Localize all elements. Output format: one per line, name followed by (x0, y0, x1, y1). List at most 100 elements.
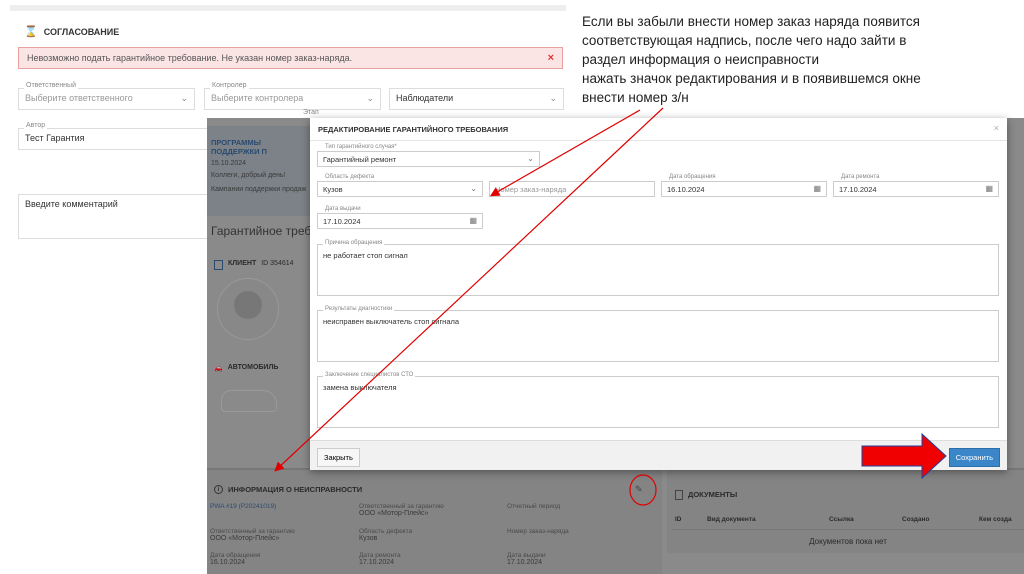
request-date-value: 16.10.2024 (667, 185, 705, 194)
field-label: Область дефекта (323, 174, 377, 180)
field-label: Результаты диагностики (323, 306, 395, 312)
item-label: Номер заказ-наряда (507, 528, 569, 535)
author-field: Автор Тест Гарантия (18, 122, 218, 150)
programs-greeting: Коллеги, добрый день! (211, 172, 286, 179)
field-label: Дата ремонта (839, 174, 882, 180)
modal-title: РЕДАКТИРОВАНИЕ ГАРАНТИЙНОГО ТРЕБОВАНИЯ (318, 125, 509, 134)
calendar-icon[interactable]: ▦ (985, 184, 993, 193)
info-icon: i (214, 485, 223, 494)
annotation-line: внести номер з/н (582, 90, 689, 105)
observers-select[interactable]: Наблюдатели ⌄ (389, 88, 564, 110)
fault-item: Ответственный за гарантию ООО «Мотор-Плей… (359, 503, 444, 517)
save-button[interactable]: Сохранить (948, 448, 1000, 467)
modal-footer: Закрыть Сохранить (310, 440, 1007, 470)
placeholder: Выберите ответственного (25, 93, 133, 103)
annotation-line: Если вы забыли внести номер заказ наряда… (582, 14, 920, 29)
item-value: Кузов (359, 535, 378, 542)
column-header: Вид документа (707, 516, 756, 523)
programs-date: 15.10.2024 (211, 160, 247, 167)
column-header: Ссылка (829, 516, 854, 523)
defect-area-value: Кузов (323, 185, 343, 194)
alert-text: Невозможно подать гарантийное требование… (27, 53, 353, 63)
placeholder: Выберите контролера (211, 93, 304, 103)
order-placeholder: Номер заказ-наряда (495, 185, 567, 194)
annotation-line: соответствующая надпись, после чего надо… (582, 33, 907, 48)
client-id: ID 354614 (261, 260, 294, 267)
item-label: Область дефекта (359, 528, 413, 535)
field-label: Ответственный (24, 82, 78, 89)
close-icon[interactable]: × (548, 52, 554, 64)
responsible-select[interactable]: Ответственный Выберите ответственного ⌄ (18, 82, 195, 110)
item-label: Дата обращения (210, 552, 261, 559)
field-label: Дата обращения (667, 174, 718, 180)
fault-title: ИНФОРМАЦИЯ О НЕИСПРАВНОСТИ (228, 485, 363, 494)
car-image (221, 390, 277, 412)
diagnostics-textarea[interactable]: Результаты диагностики неисправен выключ… (317, 306, 999, 362)
annotation-line: раздел информация о неисправности (582, 52, 820, 67)
item-label: Отчетный период (507, 503, 561, 510)
field-label: Причина обращения (323, 240, 385, 246)
fault-item: Ответственный за гарантию ООО «Мотор-Плей… (210, 528, 295, 542)
item-value: 17.10.2024 (507, 559, 543, 566)
chevron-down-icon: ⌄ (470, 184, 477, 193)
item-label: Дата выдачи (507, 552, 546, 559)
diagnostics-value: неисправен выключатель стоп сигнала (323, 317, 460, 326)
case-type-select[interactable]: Тип гарантийного случая* Гарантийный рем… (317, 144, 540, 167)
claim-title: Гарантийное требов (211, 224, 325, 238)
conclusion-value: замена выключателя (323, 383, 397, 392)
instruction-annotation: Если вы забыли внести номер заказ наряда… (582, 12, 1002, 107)
comment-placeholder: Введите комментарий (25, 199, 118, 209)
fault-item: Отчетный период (507, 503, 560, 510)
reason-textarea[interactable]: Причина обращения не работает стоп сигна… (317, 240, 999, 296)
item-value: 17.10.2024 (359, 559, 395, 566)
documents-empty: Документов пока нет (809, 537, 887, 546)
documents-section: ДОКУМЕНТЫ ID Вид документа Ссылка Создан… (667, 468, 1024, 553)
conclusion-textarea[interactable]: Заключение специалистов СТО замена выклю… (317, 372, 999, 428)
repair-date-input[interactable]: Дата ремонта 17.10.2024 ▦ (833, 174, 999, 197)
close-icon[interactable]: × (994, 123, 999, 133)
documents-table-header: ID Вид документа Ссылка Создано Кем созд… (672, 510, 1024, 530)
avatar (217, 278, 279, 340)
reason-value: не работает стоп сигнал (323, 251, 408, 260)
comment-input[interactable]: Введите комментарий (18, 194, 218, 239)
edit-claim-modal: РЕДАКТИРОВАНИЕ ГАРАНТИЙНОГО ТРЕБОВАНИЯ ×… (310, 118, 1007, 470)
item-label: Дата ремонта (359, 552, 401, 559)
fault-header: i ИНФОРМАЦИЯ О НЕИСПРАВНОСТИ (214, 485, 362, 494)
programs-title[interactable]: ПРОГРАММЫ ПОДДЕРЖКИ П (211, 138, 310, 156)
fault-item: Номер заказ-наряда (507, 528, 569, 535)
author-value: Тест Гарантия (25, 133, 85, 143)
item-value: ООО «Мотор-Плейс» (210, 535, 280, 542)
documents-header: ДОКУМЕНТЫ (675, 490, 737, 500)
issue-date-input[interactable]: Дата выдачи 17.10.2024 ▦ (317, 206, 483, 229)
case-type-value: Гарантийный ремонт (323, 155, 397, 164)
calendar-icon[interactable]: ▦ (813, 184, 821, 193)
item-label: Ответственный за гарантию (210, 528, 295, 535)
fault-item: Область дефекта Кузов (359, 528, 412, 542)
controller-select[interactable]: Контролер Выберите контролера ⌄ (204, 82, 381, 110)
chevron-down-icon: ⌄ (527, 154, 534, 163)
hourglass-icon: ⌛ (24, 26, 38, 38)
pencil-edit-icon[interactable]: ✎ (635, 484, 643, 495)
pwa-number[interactable]: PWA #19 (P20241019) (210, 503, 276, 510)
close-button[interactable]: Закрыть (317, 448, 360, 467)
client-header: КЛИЕНТ ID 354614 (214, 260, 294, 270)
chevron-down-icon: ⌄ (549, 93, 557, 103)
defect-area-select[interactable]: Область дефекта Кузов ⌄ (317, 174, 483, 197)
car-label: АВТОМОБИЛЬ (227, 364, 279, 371)
user-icon (214, 260, 223, 270)
request-date-input[interactable]: Дата обращения 16.10.2024 ▦ (661, 174, 827, 197)
calendar-icon[interactable]: ▦ (469, 216, 477, 225)
order-number-input[interactable]: Номер заказ-наряда (489, 181, 655, 197)
column-header: Создано (902, 516, 930, 523)
fault-item: Дата обращения 16.10.2024 (210, 552, 260, 566)
documents-title: ДОКУМЕНТЫ (688, 490, 738, 499)
item-value: 16.10.2024 (210, 559, 246, 566)
repair-date-value: 17.10.2024 (839, 185, 877, 194)
annotation-line: нажать значок редактирования и в появивш… (582, 71, 921, 86)
chevron-down-icon: ⌄ (366, 93, 374, 103)
fault-item: Дата ремонта 17.10.2024 (359, 552, 401, 566)
document-icon (675, 490, 683, 500)
fault-info-section: i ИНФОРМАЦИЯ О НЕИСПРАВНОСТИ ✎ PWA #19 (… (207, 468, 662, 574)
fault-item: Дата выдачи 17.10.2024 (507, 552, 546, 566)
item-label: Ответственный за гарантию (359, 503, 444, 510)
